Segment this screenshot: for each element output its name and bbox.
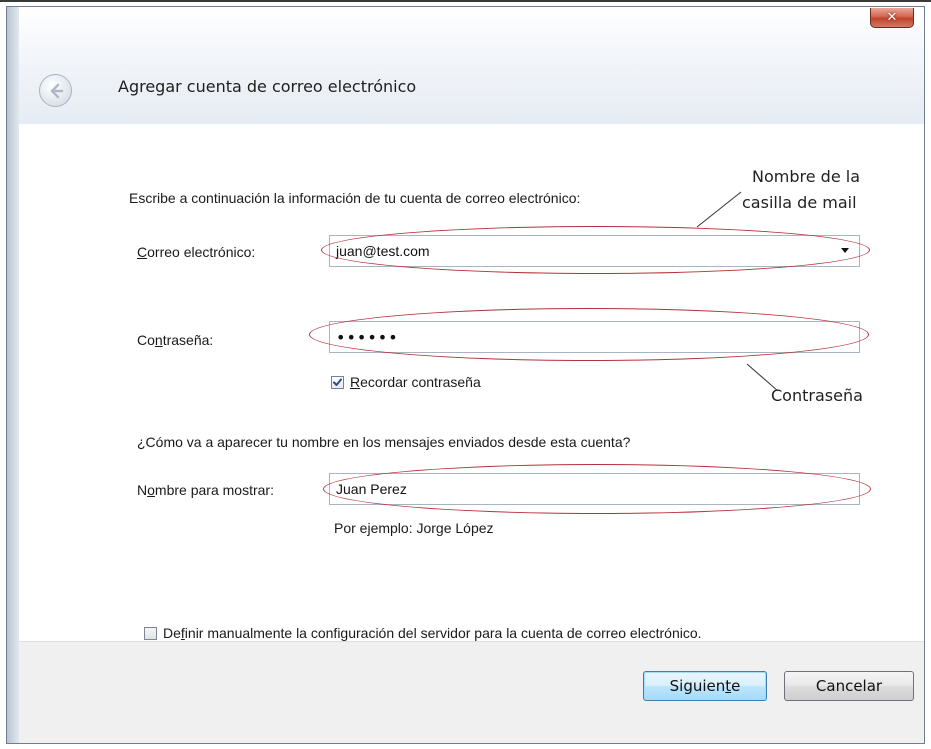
password-input-value: •••••• <box>336 327 399 347</box>
email-label-accel: C <box>137 244 148 260</box>
manual-label-prefix: De <box>163 625 181 641</box>
dialog-title: Agregar cuenta de correo electrónico <box>118 77 417 96</box>
password-label-text: traseña: <box>162 332 214 348</box>
password-label: Contraseña: <box>137 332 213 348</box>
annotation-mailbox-line2: casilla de mail <box>742 193 857 212</box>
dropdown-arrow-icon[interactable] <box>841 248 849 253</box>
display-name-input[interactable]: Juan Perez <box>329 473 860 505</box>
annotation-password: Contraseña <box>771 386 863 405</box>
password-label-accel: n <box>154 332 163 348</box>
manual-config-label[interactable]: Definir manualmente la configuración del… <box>163 625 702 641</box>
display-label-accel: o <box>147 482 155 498</box>
dialog-footer: Siguien t e Cancelar <box>19 641 924 743</box>
display-label-prefix: N <box>137 482 148 498</box>
display-label-text: mbre para mostrar: <box>154 482 274 498</box>
checkmark-icon <box>333 378 342 386</box>
display-name-example: Por ejemplo: Jorge López <box>334 520 494 536</box>
window-left-edge <box>7 7 19 743</box>
remember-accel: R <box>350 374 361 390</box>
next-label-rest: e <box>731 677 741 695</box>
back-arrow-icon <box>50 83 63 98</box>
dialog-header <box>7 7 924 124</box>
password-label-prefix: Co <box>137 332 155 348</box>
close-button[interactable]: ✕ <box>870 8 914 28</box>
remember-password-label[interactable]: Recordar contraseña <box>350 374 481 390</box>
display-name-value: Juan Perez <box>336 481 407 497</box>
intro-text: Escribe a continuación la información de… <box>129 190 581 206</box>
remember-label-text: ecordar contraseña <box>360 374 481 390</box>
back-button[interactable] <box>39 74 72 107</box>
display-name-label: Nombre para mostrar: <box>137 482 274 498</box>
email-input[interactable]: juan@test.com <box>329 235 860 267</box>
email-label-text: orreo electrónico: <box>147 244 256 260</box>
close-icon: ✕ <box>886 10 898 25</box>
next-label-prefix: Siguien <box>669 677 726 695</box>
dialog-window: ✕ Agregar cuenta de correo electrónico E… <box>6 6 925 744</box>
remember-password-checkbox[interactable] <box>331 376 344 389</box>
annotation-mailbox-line1: Nombre de la <box>752 167 860 186</box>
display-name-question: ¿Cómo va a aparecer tu nombre en los men… <box>137 434 631 450</box>
manual-config-checkbox[interactable] <box>144 627 157 640</box>
email-input-value: juan@test.com <box>336 243 430 259</box>
password-input[interactable]: •••••• <box>329 321 860 353</box>
window-frame-top <box>0 0 931 2</box>
next-button[interactable]: Siguien t e <box>643 671 767 701</box>
dialog-content: Escribe a continuación la información de… <box>19 124 924 641</box>
cancel-button[interactable]: Cancelar <box>784 671 914 701</box>
manual-label-text: inir manualmente la configuración del se… <box>184 625 702 641</box>
email-label: Correo electrónico: <box>137 244 255 260</box>
